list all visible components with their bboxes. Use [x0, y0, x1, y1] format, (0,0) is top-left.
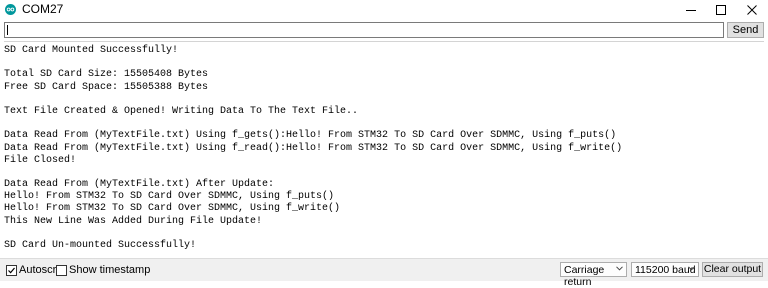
serial-output-line [4, 228, 622, 240]
serial-output-line: Total SD Card Size: 15505408 Bytes [4, 69, 209, 81]
serial-input-field[interactable] [4, 22, 724, 38]
chevron-down-icon [688, 266, 695, 271]
minimize-button[interactable] [676, 0, 706, 19]
window-title: COM27 [22, 2, 64, 16]
serial-output-line: Free SD Card Space: 15505388 Bytes [4, 81, 209, 93]
maximize-icon [716, 4, 726, 15]
baud-rate-select[interactable]: 115200 baud [631, 262, 699, 277]
close-button[interactable] [737, 0, 767, 19]
serial-output-line [4, 57, 622, 69]
chevron-down-icon [616, 266, 623, 271]
serial-output-line: Hello! From STM32 To SD Card Over SDMMC,… [4, 191, 335, 203]
title-bar: COM27 [0, 0, 768, 19]
line-ending-select[interactable]: Carriage return [560, 262, 627, 288]
serial-output-line: Data Read From (MyTextFile.txt) Using f_… [4, 142, 623, 154]
minimize-icon [686, 9, 696, 11]
serial-output-text: SD Card Mounted Successfully! Total SD Ca… [4, 45, 622, 252]
serial-output-line: This New Line Was Added During File Upda… [4, 215, 263, 227]
maximize-button[interactable] [706, 0, 736, 19]
serial-output-line: Data Read From (MyTextFile.txt) Using f_… [4, 130, 617, 142]
arduino-icon [5, 4, 16, 15]
close-icon [747, 4, 757, 15]
serial-output-line: File Closed! [4, 154, 77, 166]
status-bar: Autoscroll Show timestamp Carriage retur… [0, 258, 768, 288]
serial-output-line: Data Read From (MyTextFile.txt) After Up… [4, 179, 275, 191]
serial-output-area[interactable]: SD Card Mounted Successfully! Total SD Ca… [4, 41, 764, 255]
send-bar: Send [0, 20, 768, 42]
serial-output-line: SD Card Mounted Successfully! [4, 45, 179, 56]
autoscroll-checkbox[interactable] [6, 265, 17, 276]
clear-output-button[interactable]: Clear output [702, 262, 763, 277]
send-button[interactable]: Send [727, 22, 764, 38]
serial-output-line: Text File Created & Opened! Writing Data… [4, 105, 359, 117]
serial-output-line: Hello! From STM32 To SD Card Over SDMMC,… [4, 203, 341, 215]
serial-output-line [4, 118, 622, 130]
serial-output-line: SD Card Un-mounted Successfully! [4, 240, 197, 251]
serial-output-line [4, 167, 622, 179]
text-caret [7, 25, 8, 35]
checkmark-icon [8, 267, 15, 274]
show-timestamp-label[interactable]: Show timestamp [69, 264, 150, 276]
baud-rate-value: 115200 baud [635, 264, 696, 276]
show-timestamp-checkbox[interactable] [56, 265, 67, 276]
serial-output-line [4, 94, 622, 106]
